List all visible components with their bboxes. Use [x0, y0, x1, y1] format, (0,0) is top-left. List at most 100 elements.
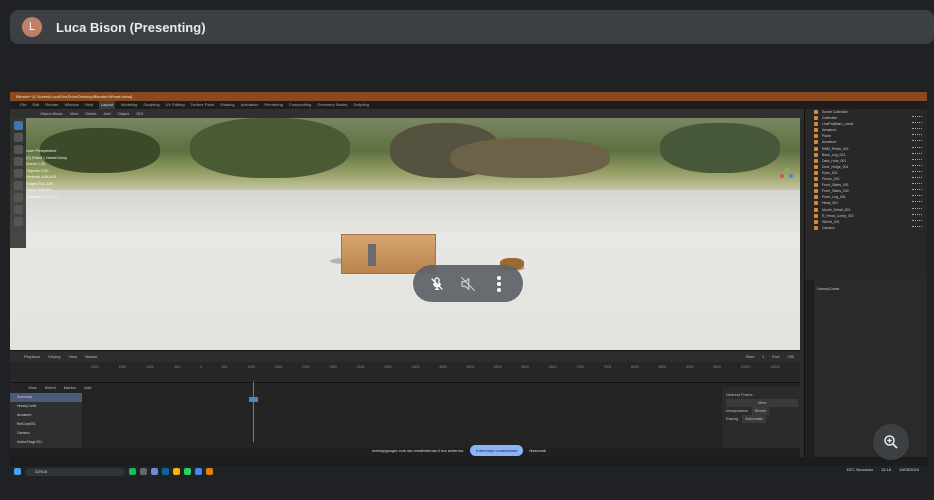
channel-item[interactable]: ActionFlags.001: [10, 438, 82, 447]
measure-tool-icon[interactable]: [13, 205, 23, 214]
app-icon[interactable]: [140, 468, 147, 475]
add-menu[interactable]: Add: [103, 109, 110, 118]
tab-layout[interactable]: Layout: [98, 101, 115, 109]
add-menu[interactable]: Add: [84, 383, 91, 392]
eye-icon[interactable]: [912, 170, 922, 175]
eye-icon[interactable]: [912, 195, 922, 199]
add-cube-tool-icon[interactable]: [13, 217, 23, 226]
eye-icon[interactable]: [912, 164, 922, 169]
cursor-tool-icon[interactable]: [13, 133, 23, 142]
easing-select[interactable]: Automatic: [742, 415, 767, 423]
properties-tabs[interactable]: [805, 280, 814, 477]
playback-menu[interactable]: Playback: [24, 351, 40, 362]
menu-window[interactable]: Window: [64, 101, 78, 109]
eye-icon[interactable]: [912, 116, 922, 120]
tab-compositing[interactable]: Compositing: [289, 101, 311, 109]
menu-render[interactable]: Render: [45, 101, 58, 109]
timeline-ruler[interactable]: -2000 1500 1000 -500 0 500 1000 1500 2000 2500 300…: [10, 362, 800, 380]
eye-icon[interactable]: [912, 225, 922, 230]
tab-geometry-nodes[interactable]: Geometry Nodes: [317, 101, 347, 109]
menu-edit[interactable]: Edit: [32, 101, 39, 109]
weather-widget[interactable]: 18°C Nuvoloso: [846, 467, 873, 472]
speaker-off-icon[interactable]: [457, 273, 479, 295]
background-trees: [10, 118, 800, 190]
eye-icon[interactable]: [912, 152, 922, 157]
chrome-icon[interactable]: [195, 468, 202, 475]
select-menu[interactable]: Select: [85, 109, 96, 118]
blender-icon[interactable]: [206, 468, 213, 475]
ruler-tick: -500: [173, 365, 181, 369]
move-tool-icon[interactable]: [13, 145, 23, 154]
eye-icon[interactable]: [912, 128, 922, 132]
object-menu[interactable]: Object: [118, 109, 130, 118]
eye-icon[interactable]: [912, 219, 922, 224]
marker-menu[interactable]: Marker: [64, 383, 76, 392]
tab-modeling[interactable]: Modeling: [121, 101, 137, 109]
eye-icon[interactable]: [912, 201, 922, 205]
zoom-in-icon[interactable]: [873, 424, 909, 460]
marker-menu[interactable]: Marker: [85, 351, 97, 362]
keying-menu[interactable]: Keying: [48, 351, 60, 362]
tab-uv-editing[interactable]: UV Editing: [166, 101, 185, 109]
interpolation-select[interactable]: Bezier: [752, 407, 770, 415]
tab-shading[interactable]: Shading: [220, 101, 235, 109]
eye-icon[interactable]: [912, 158, 922, 163]
eye-icon[interactable]: [912, 134, 922, 138]
eye-icon[interactable]: [912, 140, 922, 144]
mesh-icon: [814, 201, 818, 206]
start-frame-field[interactable]: 1: [762, 351, 764, 362]
channel-item[interactable]: Summary: [10, 393, 82, 402]
channel-item[interactable]: RatCorp001: [10, 420, 82, 429]
gis-menu[interactable]: GIS: [136, 109, 143, 118]
eye-icon[interactable]: [912, 122, 922, 126]
playhead[interactable]: [253, 382, 254, 442]
ruler-tick: 0: [200, 365, 203, 369]
annotate-tool-icon[interactable]: [13, 193, 23, 202]
menu-file[interactable]: File: [20, 101, 26, 109]
tab-texture-paint[interactable]: Texture Paint: [191, 101, 214, 109]
channel-item[interactable]: Camera: [10, 429, 82, 438]
playhead-handle[interactable]: [249, 397, 258, 402]
file-explorer-icon[interactable]: [173, 468, 180, 475]
channel-item[interactable]: HoneyComb: [10, 402, 82, 411]
taskbar-search[interactable]: Cerca: [25, 467, 125, 476]
mic-off-icon[interactable]: [426, 273, 448, 295]
more-vert-icon[interactable]: [488, 273, 510, 295]
channel-item[interactable]: Armature: [10, 411, 82, 420]
eye-icon[interactable]: [912, 213, 922, 218]
clock-time[interactable]: 13:18: [881, 467, 891, 472]
eye-icon[interactable]: [912, 189, 922, 193]
select-tool-icon[interactable]: [13, 121, 23, 130]
windows-start-icon[interactable]: [14, 468, 21, 475]
transform-tool-icon[interactable]: [13, 181, 23, 190]
select-menu[interactable]: Select: [45, 383, 56, 392]
eye-icon[interactable]: [912, 177, 922, 181]
stop-sharing-button[interactable]: Interrompi condivisione: [470, 444, 524, 456]
3d-viewport[interactable]: User Perspective (0) Rsbot | HomeCamp Sc…: [10, 118, 800, 350]
tab-animation[interactable]: Animation: [241, 101, 259, 109]
rotate-tool-icon[interactable]: [13, 157, 23, 166]
discord-icon[interactable]: [151, 468, 158, 475]
tab-rendering[interactable]: Rendering: [264, 101, 282, 109]
tab-scripting[interactable]: Scripting: [353, 101, 369, 109]
hide-button[interactable]: Nascondi: [529, 448, 546, 453]
vscode-icon[interactable]: [162, 468, 169, 475]
view-menu[interactable]: View: [28, 383, 37, 392]
spotify-icon[interactable]: [129, 468, 136, 475]
mode-select[interactable]: Object Mode: [40, 109, 63, 118]
outliner-row[interactable]: Camera: [808, 225, 924, 231]
eye-icon[interactable]: [912, 146, 922, 151]
scale-tool-icon[interactable]: [13, 169, 23, 178]
navigation-gizmo[interactable]: [780, 168, 794, 182]
eye-icon[interactable]: [912, 183, 922, 187]
eye-icon[interactable]: [912, 207, 922, 212]
clock-date[interactable]: 19/05/2024: [899, 467, 919, 472]
tab-sculpting[interactable]: Sculpting: [143, 101, 159, 109]
ruler-tick: 2500: [329, 365, 338, 369]
menu-help[interactable]: Help: [85, 101, 93, 109]
end-frame-field[interactable]: 250: [787, 351, 794, 362]
view-menu[interactable]: View: [68, 351, 77, 362]
view-menu[interactable]: View: [70, 109, 79, 118]
whatsapp-icon[interactable]: [184, 468, 191, 475]
dope-sheet[interactable]: View Select Marker Add Summary HoneyComb…: [10, 382, 800, 449]
